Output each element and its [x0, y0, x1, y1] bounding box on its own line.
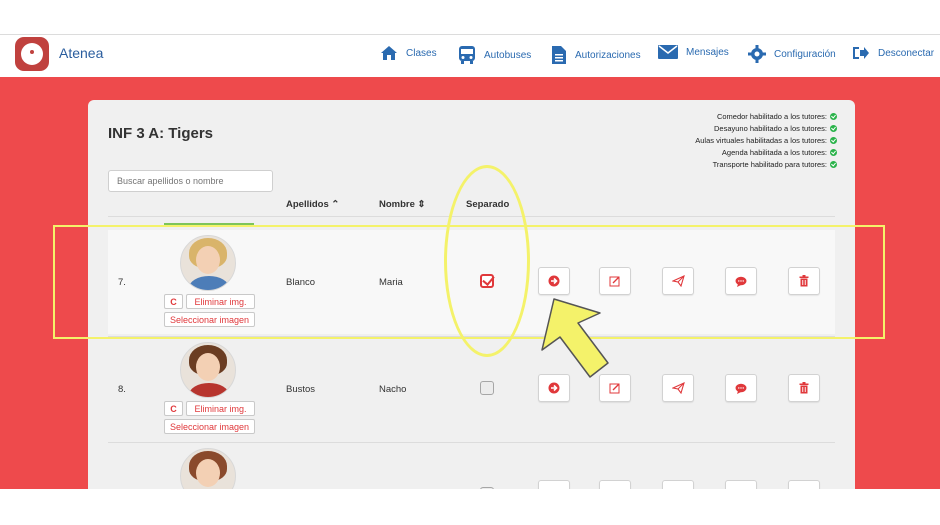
chat-button[interactable]	[725, 267, 757, 295]
nav-desconectar-label: Desconectar	[878, 47, 935, 59]
student-photo	[180, 448, 236, 489]
send-button[interactable]	[662, 267, 694, 295]
edit-icon	[609, 276, 620, 287]
search-input[interactable]	[108, 170, 273, 192]
check-circle-icon	[830, 125, 837, 132]
enabled-item: Comedor habilitado a los tutores:	[695, 111, 837, 123]
trash-icon	[799, 275, 809, 287]
nav-autobuses[interactable]: Autobuses	[458, 45, 531, 65]
nav-desconectar[interactable]: Desconectar	[852, 45, 934, 61]
enabled-item: Transporte habilitado para tutores:	[695, 159, 837, 171]
refresh-button[interactable]: C	[164, 294, 183, 309]
chat-icon	[735, 383, 747, 394]
send-icon	[671, 275, 685, 287]
check-circle-icon	[830, 137, 837, 144]
nav-autorizaciones[interactable]: Autorizaciones	[551, 45, 641, 65]
chat-button[interactable]	[725, 480, 757, 489]
send-button[interactable]	[662, 480, 694, 489]
view-button[interactable]	[538, 374, 570, 402]
atenea-logo[interactable]	[15, 37, 49, 71]
home-icon	[381, 46, 397, 60]
nav-mensajes-label: Mensajes	[686, 46, 729, 58]
bus-icon	[459, 46, 475, 64]
separado-checkbox[interactable]	[480, 381, 494, 395]
nav-clases[interactable]: Clases	[380, 45, 437, 61]
enabled-item: Aulas virtuales habilitadas a los tutore…	[695, 135, 837, 147]
eliminar-img-button[interactable]: Eliminar img.	[186, 294, 255, 309]
nav-autobuses-label: Autobuses	[484, 49, 532, 61]
enabled-item: Desayuno habilitado a los tutores:	[695, 123, 837, 135]
apellidos-cell: Bustos	[286, 384, 316, 395]
envelope-icon	[658, 45, 678, 59]
nombre-cell: Nacho	[379, 384, 407, 395]
row-number: 7.	[118, 277, 126, 288]
student-photo	[180, 342, 236, 398]
logout-icon	[853, 47, 869, 59]
nav-mensajes[interactable]: Mensajes	[658, 45, 729, 59]
seleccionar-imagen-button[interactable]: Seleccionar imagen	[164, 312, 255, 327]
edit-button[interactable]	[599, 480, 631, 489]
table-row: 7. C Eliminar img. Seleccionar imagen Bl…	[108, 230, 835, 334]
nav-configuracion[interactable]: Configuración	[748, 45, 836, 63]
check-circle-icon	[830, 161, 837, 168]
nav-clases-label: Clases	[406, 47, 437, 59]
delete-button[interactable]	[788, 480, 820, 489]
send-button[interactable]	[662, 374, 694, 402]
student-photo	[180, 235, 236, 291]
refresh-button[interactable]: C	[164, 401, 183, 416]
trash-icon	[799, 382, 809, 394]
gear-icon	[748, 45, 766, 63]
table-row: 8. C Eliminar img. Seleccionar imagen Bu…	[108, 336, 835, 441]
edit-button[interactable]	[599, 374, 631, 402]
delete-button[interactable]	[788, 374, 820, 402]
table-row	[108, 442, 835, 489]
chat-icon	[735, 276, 747, 287]
enabled-item: Agenda habilitada a los tutores:	[695, 147, 837, 159]
col-separado-header: Separado	[466, 199, 510, 210]
course-panel: INF 3 A: Tigers Comedor habilitado a los…	[88, 100, 855, 489]
row-number: 8.	[118, 384, 126, 395]
arrow-circle-icon	[548, 275, 560, 287]
seleccionar-imagen-button[interactable]: Seleccionar imagen	[164, 419, 255, 434]
eliminar-img-button[interactable]: Eliminar img.	[186, 401, 255, 416]
nav-autorizaciones-label: Autorizaciones	[575, 49, 641, 61]
course-title: INF 3 A: Tigers	[108, 125, 214, 142]
check-circle-icon	[830, 113, 837, 120]
header-divider	[108, 216, 835, 217]
nombre-cell: Maria	[379, 277, 403, 288]
col-apellidos-header[interactable]: Apellidos ⌃	[286, 199, 339, 210]
nav-configuracion-label: Configuración	[774, 48, 836, 60]
document-icon	[552, 46, 566, 64]
edit-icon	[609, 383, 620, 394]
col-nombre-header[interactable]: Nombre ⇕	[379, 199, 426, 210]
chat-button[interactable]	[725, 374, 757, 402]
view-button[interactable]	[538, 267, 570, 295]
check-circle-icon	[830, 149, 837, 156]
arrow-circle-icon	[548, 382, 560, 394]
green-indicator	[164, 223, 254, 225]
send-icon	[671, 382, 685, 394]
edit-button[interactable]	[599, 267, 631, 295]
brand-name[interactable]: Atenea	[59, 45, 103, 61]
apellidos-cell: Blanco	[286, 277, 316, 288]
enabled-features: Comedor habilitado a los tutores: Desayu…	[695, 111, 837, 171]
view-button[interactable]	[538, 480, 570, 489]
bottom-margin	[0, 489, 940, 525]
top-navbar: Atenea Clases Autobuses Autorizaciones M…	[0, 34, 940, 78]
separado-checkbox[interactable]	[480, 274, 494, 288]
delete-button[interactable]	[788, 267, 820, 295]
